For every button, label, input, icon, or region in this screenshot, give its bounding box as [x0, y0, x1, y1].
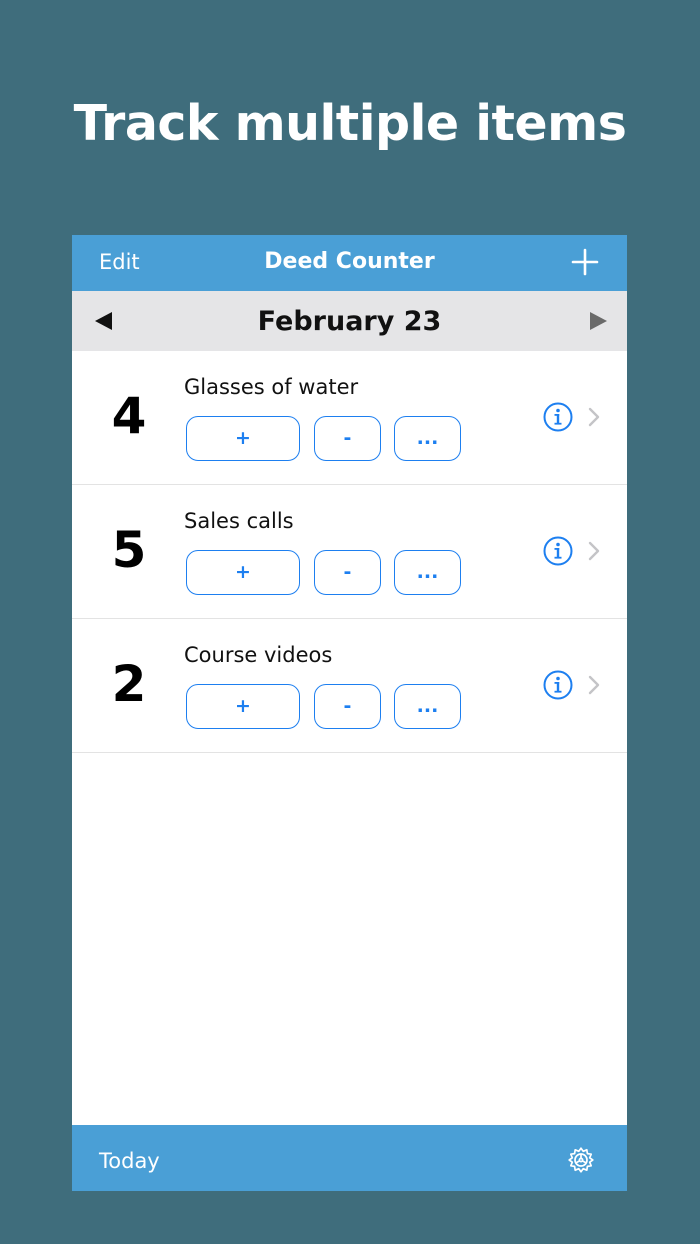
counter-name: Course videos [184, 643, 333, 667]
app-screen: Edit Deed Counter February 23 4 Glasses … [72, 235, 627, 1191]
info-icon[interactable] [542, 401, 574, 433]
counter-value: 4 [111, 387, 147, 445]
counter-value: 2 [111, 655, 147, 713]
info-icon[interactable] [542, 535, 574, 567]
decrement-button[interactable]: - [314, 684, 381, 729]
counter-value: 5 [111, 521, 147, 579]
more-button[interactable]: ... [394, 684, 461, 729]
chevron-right-icon [588, 407, 600, 427]
info-icon[interactable] [542, 669, 574, 701]
counter-name: Sales calls [184, 509, 294, 533]
chevron-right-icon [588, 541, 600, 561]
counter-row[interactable]: 2 Course videos + - ... [72, 619, 627, 753]
bottom-toolbar: Today [72, 1125, 627, 1191]
decrement-button[interactable]: - [314, 416, 381, 461]
plus-icon[interactable] [570, 247, 600, 277]
decrement-button[interactable]: - [314, 550, 381, 595]
triangle-right-icon[interactable] [586, 309, 610, 333]
gear-icon[interactable] [564, 1143, 598, 1177]
counter-name: Glasses of water [184, 375, 359, 399]
app-title: Deed Counter [264, 249, 435, 274]
chevron-right-icon [588, 675, 600, 695]
more-button[interactable]: ... [394, 416, 461, 461]
increment-button[interactable]: + [186, 684, 300, 729]
counter-row[interactable]: 5 Sales calls + - ... [72, 485, 627, 619]
counter-list: 4 Glasses of water + - ... 5 Sales calls… [72, 351, 627, 753]
increment-button[interactable]: + [186, 416, 300, 461]
today-button[interactable]: Today [99, 1125, 160, 1191]
more-button[interactable]: ... [394, 550, 461, 595]
current-date: February 23 [257, 306, 442, 337]
navigation-bar: Edit Deed Counter [72, 235, 627, 291]
increment-button[interactable]: + [186, 550, 300, 595]
date-bar: February 23 [72, 291, 627, 351]
counter-row[interactable]: 4 Glasses of water + - ... [72, 351, 627, 485]
headline: Track multiple items [73, 95, 627, 152]
